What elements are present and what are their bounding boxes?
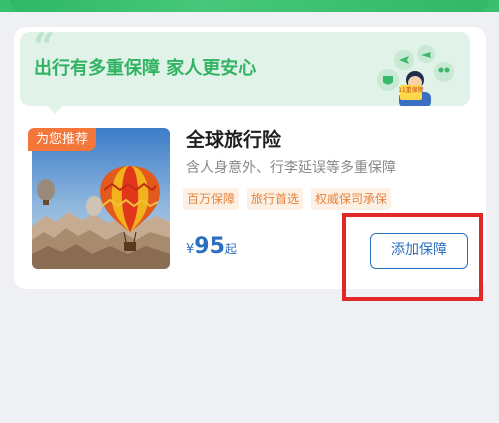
product-tags: 百万保障 旅行首选 权威保司承保: [183, 188, 392, 210]
banner-text: 出行有多重保障 家人更安心: [34, 58, 257, 79]
recommend-badge: 为您推荐: [28, 128, 97, 151]
highlight-annotation-box: [342, 213, 483, 301]
tag-travel-first-choice: 旅行首选: [247, 188, 304, 210]
tag-million-coverage: 百万保障: [183, 188, 240, 210]
top-header-strip: [0, 0, 499, 12]
price-display: ¥95起: [186, 236, 237, 258]
banner-speech-tail: [46, 104, 64, 114]
product-description: 含人身意外、行李延误等多重保障: [186, 160, 396, 176]
family-bubble-icon: [434, 62, 454, 82]
price-suffix: 起: [224, 242, 237, 256]
family-protection-illustration: 11重保障: [368, 40, 460, 108]
illustration-badge-text: 11重保障: [398, 86, 424, 94]
tag-authoritative-insurer: 权威保司承保: [311, 188, 392, 210]
price-amount: 95: [194, 234, 225, 259]
product-title: 全球旅行险: [186, 129, 282, 151]
